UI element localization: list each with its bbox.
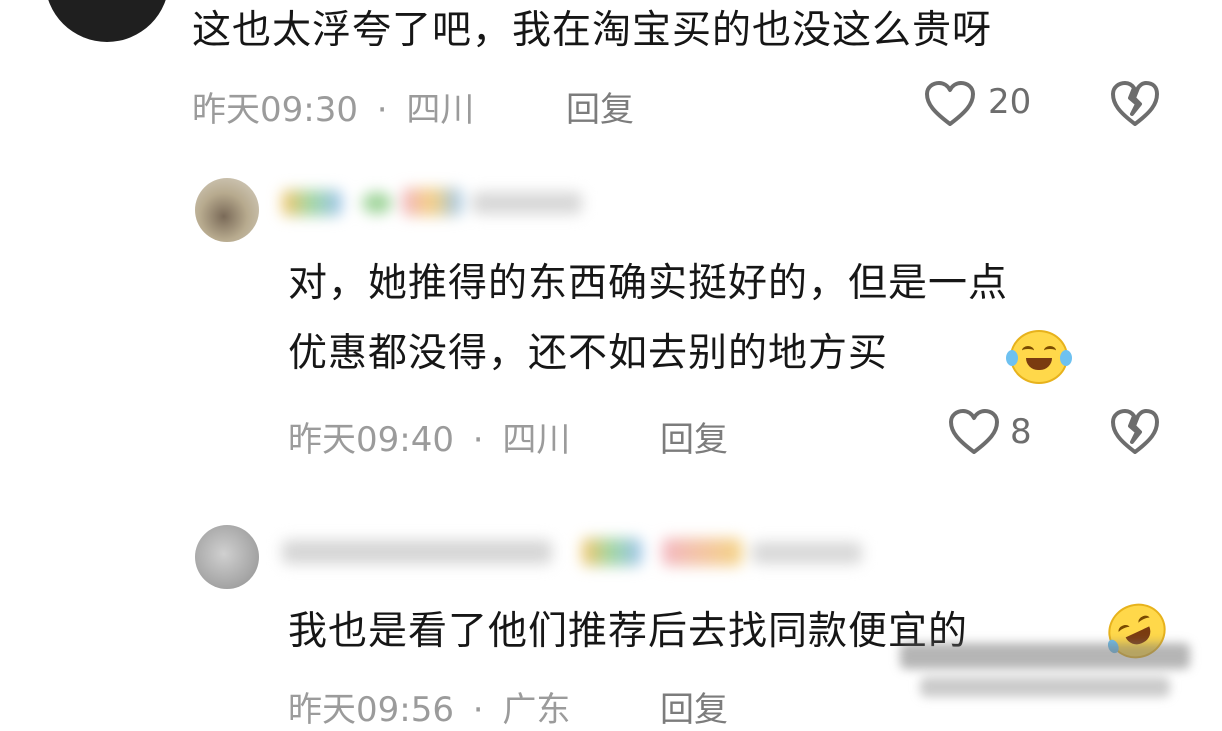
heart-outline-icon[interactable] <box>948 408 1000 456</box>
comment-meta: 昨天09:40 · 四川 <box>288 412 570 461</box>
meta-separator: · <box>472 420 484 460</box>
meta-separator: · <box>472 690 484 730</box>
comment-location: 广东 <box>502 690 571 730</box>
like-count: 20 <box>988 82 1032 122</box>
reply-button[interactable]: 回复 <box>660 412 728 461</box>
comment-text: 我也是看了他们推荐后去找同款便宜的 <box>288 609 969 654</box>
crying-laughing-emoji <box>1006 330 1072 384</box>
watermark <box>900 635 1200 705</box>
comment-text: 优惠都没得，还不如去别的地方买 <box>288 331 889 376</box>
comment-meta: 昨天09:56 · 广东 <box>288 682 570 731</box>
username[interactable] <box>282 180 582 224</box>
comment-location: 四川 <box>406 90 475 130</box>
broken-heart-icon[interactable] <box>1110 80 1160 128</box>
avatar[interactable] <box>195 178 259 242</box>
heart-outline-icon[interactable] <box>924 80 976 128</box>
reply-button[interactable]: 回复 <box>660 682 728 731</box>
comment-time: 昨天09:30 <box>192 90 358 130</box>
reply-button[interactable]: 回复 <box>566 82 634 131</box>
like-count: 8 <box>1010 412 1032 452</box>
broken-heart-icon[interactable] <box>1110 408 1160 456</box>
avatar[interactable] <box>45 0 169 42</box>
comment-text: 对，她推得的东西确实挺好的，但是一点 <box>288 261 1009 306</box>
comment-time: 昨天09:56 <box>288 690 454 730</box>
comment-location: 四川 <box>502 420 571 460</box>
meta-separator: · <box>376 90 388 130</box>
comment-time: 昨天09:40 <box>288 420 454 460</box>
comment-meta: 昨天09:30 · 四川 <box>192 82 474 131</box>
username[interactable] <box>282 530 882 574</box>
avatar[interactable] <box>195 525 259 589</box>
comment-text: 这也太浮夸了吧，我在淘宝买的也没这么贵呀 <box>192 8 993 53</box>
